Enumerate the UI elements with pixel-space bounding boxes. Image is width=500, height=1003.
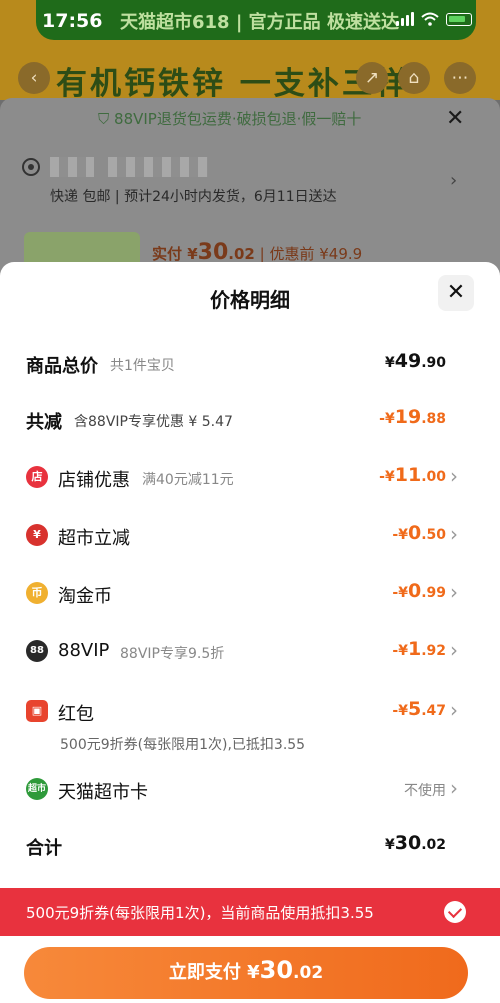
red-envelope-icon: ▣ (26, 700, 48, 722)
yen-icon: ¥ (26, 524, 48, 546)
back-icon[interactable]: ‹ (18, 62, 50, 94)
row-sum: 合计 ¥30.02 (0, 828, 500, 864)
row-total-discount: 共减 含88VIP专享优惠 ¥ 5.47 -¥19.88 (0, 402, 500, 438)
sum-label: 合计 (26, 838, 62, 859)
store-discount-sub: 满40元减11元 (142, 472, 234, 488)
vip-sub: 88VIP专享9.5折 (120, 646, 225, 662)
status-time: 17:56 (42, 10, 103, 32)
red-envelope-detail: 500元9折券(每张限用1次),已抵扣3.55 (60, 737, 306, 753)
red-envelope-label: 红包 (58, 704, 94, 725)
coupon-bar[interactable]: 500元9折券(每张限用1次)，当前商品使用抵扣3.55 (0, 888, 500, 936)
total-discount-label: 共减 (26, 412, 62, 433)
total-discount-amount: -¥19.88 (379, 406, 446, 428)
chevron-right-icon: › (450, 698, 458, 722)
taobao-coins-label: 淘金币 (58, 586, 112, 607)
check-icon[interactable] (444, 901, 466, 923)
chevron-right-icon: › (450, 776, 458, 800)
vip-icon: 88 (26, 640, 48, 662)
supermarket-discount-label: 超市立减 (58, 528, 130, 549)
supermarket-card-icon: 超市 (26, 778, 48, 800)
supermarket-card-label: 天猫超市卡 (58, 782, 148, 803)
vip-amount: -¥1.92 (392, 638, 446, 660)
store-discount-label: 店铺优惠 (58, 470, 130, 491)
close-icon[interactable]: ✕ (438, 275, 474, 311)
wifi-icon (421, 12, 439, 26)
total-price-label: 商品总价 (26, 356, 98, 377)
more-icon[interactable]: ⋯ (444, 62, 476, 94)
blurred-name (50, 157, 94, 177)
chevron-right-icon: › (450, 580, 458, 604)
row-red-envelope[interactable]: ▣ 红包 -¥5.47 › (0, 694, 500, 730)
row-supermarket-discount[interactable]: ¥ 超市立减 -¥0.50 › (0, 518, 500, 554)
row-88vip[interactable]: 88 88VIP 88VIP专享9.5折 -¥1.92 › (0, 634, 500, 670)
supermarket-card-value: 不使用 (404, 783, 446, 799)
coupon-text: 500元9折券(每张限用1次)，当前商品使用抵扣3.55 (26, 904, 374, 922)
row-total-price: 商品总价 共1件宝贝 ¥49.90 (0, 346, 500, 382)
red-envelope-amount: -¥5.47 (392, 698, 446, 720)
total-price-sub: 共1件宝贝 (110, 358, 175, 374)
supermarket-discount-amount: -¥0.50 (392, 522, 446, 544)
guarantee-text: ⛉ 88VIP退货包运费·破损包退·假一赔十 (98, 110, 362, 128)
chevron-right-icon: › (450, 464, 458, 488)
shield-icon: ⛉ (98, 110, 115, 128)
vip-label: 88VIP (58, 640, 110, 661)
row-taobao-coins[interactable]: 币 淘金币 -¥0.99 › (0, 576, 500, 612)
store-icon: 店 (26, 466, 48, 488)
pay-now-cents: .02 (293, 963, 324, 983)
row-store-discount[interactable]: 店 店铺优惠 满40元减11元 -¥11.00 › (0, 460, 500, 496)
total-discount-sub: 含88VIP专享优惠 ¥ 5.47 (74, 414, 233, 430)
shipping-info: 快递 包邮 | 预计24小时内发货，6月11日送达 (50, 189, 337, 205)
cart-icon[interactable]: ⌂ (398, 62, 430, 94)
signal-icon (396, 12, 414, 26)
location-icon (22, 158, 40, 176)
coin-icon: 币 (26, 582, 48, 604)
chevron-right-icon: › (450, 638, 458, 662)
sheet-title: 价格明细 (210, 288, 290, 312)
pay-now-button[interactable]: 立即支付 ¥30.02 (24, 947, 468, 999)
status-icons (396, 12, 472, 26)
total-price-amount: ¥49.90 (384, 350, 446, 372)
blurred-address (108, 157, 208, 177)
battery-icon (446, 12, 472, 26)
chevron-right-icon: › (450, 522, 458, 546)
taobao-coins-amount: -¥0.99 (392, 580, 446, 602)
sum-amount: ¥30.02 (384, 832, 446, 854)
row-supermarket-card[interactable]: 超市 天猫超市卡 不使用 › (0, 772, 500, 808)
order-close-icon[interactable]: ✕ (446, 106, 464, 131)
pay-now-label: 立即支付 ¥ (168, 962, 260, 983)
store-discount-amount: -¥11.00 (379, 464, 446, 486)
promo-strip-text: 天猫超市618 | 官方正品 极速送达 (120, 12, 399, 33)
chevron-right-icon[interactable]: › (450, 170, 457, 191)
share-icon[interactable]: ↗ (356, 62, 388, 94)
pay-now-amount: 30 (259, 956, 294, 984)
